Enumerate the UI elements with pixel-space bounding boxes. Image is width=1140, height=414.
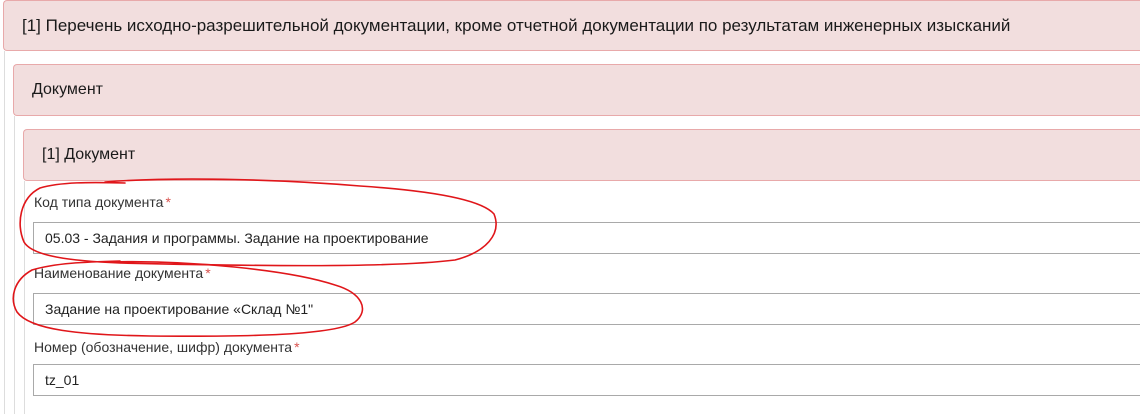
doc-name-value: Задание на проектирование «Склад №1"	[45, 301, 314, 317]
section-title: [1] Перечень исходно-разрешительной доку…	[22, 15, 1011, 35]
doc-name-input[interactable]: Задание на проектирование «Склад №1"	[33, 293, 1140, 325]
doc-name-label: Наименование документа *	[34, 265, 211, 281]
item-title: [1] Документ	[42, 146, 136, 163]
doc-name-label-text: Наименование документа	[34, 265, 204, 281]
required-marker: *	[165, 194, 171, 210]
doc-type-code-value: 05.03 - Задания и программы. Задание на …	[45, 230, 429, 246]
group-header[interactable]: Документ	[13, 64, 1140, 116]
doc-number-label-text: Номер (обозначение, шифр) документа	[34, 339, 293, 355]
required-marker: *	[205, 265, 211, 281]
doc-number-label: Номер (обозначение, шифр) документа *	[34, 339, 300, 355]
doc-type-code-select[interactable]: 05.03 - Задания и программы. Задание на …	[33, 222, 1140, 254]
required-marker: *	[294, 339, 300, 355]
doc-number-value: tz_01	[45, 372, 80, 388]
doc-number-input[interactable]: tz_01	[33, 364, 1140, 396]
group-title: Документ	[32, 81, 103, 98]
doc-type-code-label-text: Код типа документа	[34, 194, 164, 210]
doc-type-code-label: Код типа документа *	[34, 194, 171, 210]
form-root: [1] Перечень исходно-разрешительной доку…	[0, 0, 1140, 414]
section-header[interactable]: [1] Перечень исходно-разрешительной доку…	[3, 0, 1140, 51]
item-header[interactable]: [1] Документ	[23, 129, 1140, 181]
